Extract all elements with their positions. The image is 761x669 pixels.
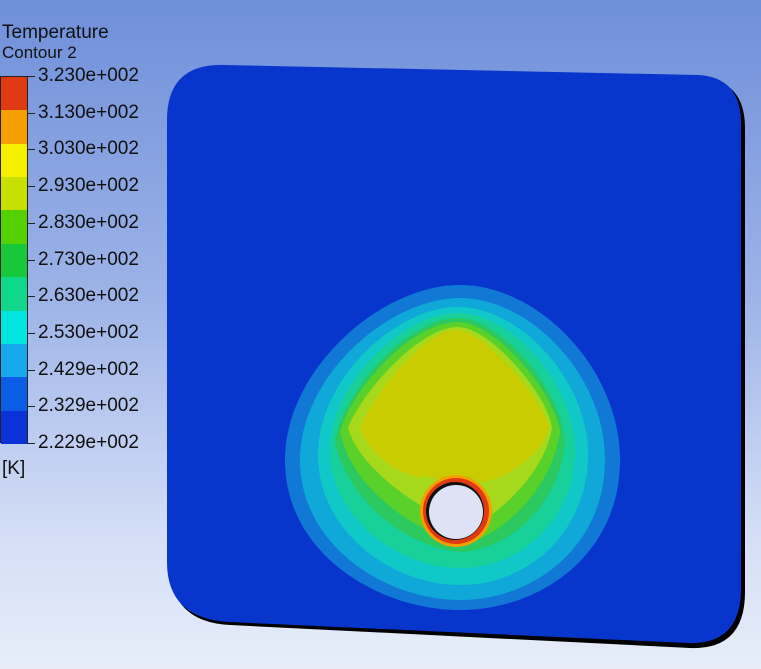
legend-colorband (1, 110, 27, 145)
legend-colorband (1, 343, 27, 378)
legend-tick-mark (27, 76, 35, 77)
legend-tick-label: 2.229e+002 (38, 432, 139, 453)
legend-colorband (1, 177, 27, 211)
legend-colorband (1, 277, 27, 312)
legend-title: Temperature (2, 22, 109, 43)
legend-tick-mark (27, 149, 35, 151)
legend-unit: [K] (2, 458, 26, 479)
legend-tick-mark (27, 112, 35, 114)
legend-tick-label: 3.130e+002 (38, 101, 139, 123)
legend-tick-label: 2.429e+002 (38, 358, 139, 380)
pipe-hole (429, 485, 483, 539)
legend-tick-label: 2.830e+002 (38, 211, 139, 233)
legend-tick-label: 2.530e+002 (38, 321, 139, 343)
legend-tick-mark (27, 296, 35, 298)
legend-tick-label: 2.730e+002 (38, 248, 139, 270)
legend-tick-mark (27, 406, 35, 408)
legend-tick-mark (27, 369, 35, 371)
contour-plot (167, 64, 745, 649)
legend-tick-mark (27, 443, 35, 444)
legend-tick-label: 3.030e+002 (38, 138, 139, 160)
legend-colorband (1, 143, 27, 178)
legend-tick-mark (27, 259, 35, 261)
legend-tick-mark (27, 332, 35, 334)
legend-tick-mark (27, 186, 35, 188)
legend-tick-label: 2.630e+002 (38, 285, 139, 307)
legend-tick-mark (27, 222, 35, 224)
legend-colorband (1, 77, 27, 111)
legend-colorbar (0, 76, 28, 445)
legend-tick-label: 2.930e+002 (38, 175, 139, 197)
legend-colorband (1, 243, 27, 278)
legend-colorband (1, 377, 27, 412)
legend-colorband (1, 310, 27, 345)
legend-colorband (1, 410, 27, 445)
legend-tick-label: 2.329e+002 (38, 395, 139, 417)
legend-colorband (1, 210, 27, 245)
legend-tick-label: 3.230e+002 (38, 65, 139, 86)
legend-subtitle: Contour 2 (2, 43, 77, 62)
